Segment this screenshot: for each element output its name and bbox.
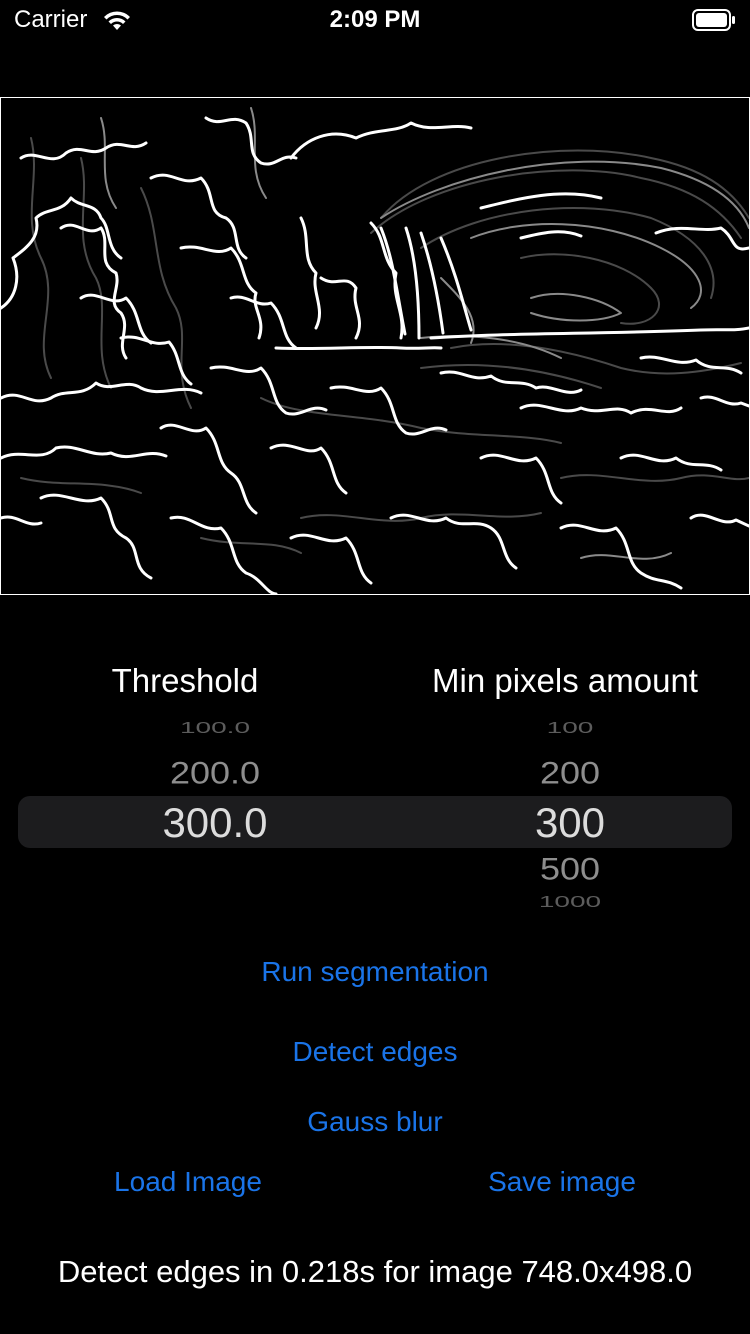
threshold-option[interactable]: 100.0 xyxy=(60,720,370,737)
threshold-selected-value[interactable]: 300.0 xyxy=(60,799,370,847)
min-pixels-option[interactable]: 1000 xyxy=(400,893,740,911)
run-segmentation-button[interactable]: Run segmentation xyxy=(0,956,750,988)
threshold-picker[interactable]: 100.0 200.0 300.0 xyxy=(60,720,370,920)
battery-icon xyxy=(692,9,735,31)
min-pixels-option[interactable]: 500 xyxy=(400,851,740,888)
gauss-blur-button[interactable]: Gauss blur xyxy=(0,1106,750,1138)
min-pixels-option[interactable]: 100 xyxy=(400,720,740,737)
min-pixels-selected-value[interactable]: 300 xyxy=(400,799,740,847)
load-image-button[interactable]: Load Image xyxy=(88,1166,288,1198)
min-pixels-option[interactable]: 200 xyxy=(400,755,740,792)
clock: 2:09 PM xyxy=(329,6,421,33)
result-status-text: Detect edges in 0.218s for image 748.0x4… xyxy=(57,1254,693,1289)
status-bar: Carrier 2:09 PM xyxy=(0,0,750,40)
edge-detection-image xyxy=(0,97,750,595)
min-pixels-picker-label: Min pixels amount xyxy=(432,662,698,699)
detect-edges-button[interactable]: Detect edges xyxy=(0,1036,750,1068)
save-image-button[interactable]: Save image xyxy=(462,1166,662,1198)
min-pixels-picker[interactable]: 100 200 300 500 1000 xyxy=(400,720,740,920)
threshold-option[interactable]: 200.0 xyxy=(60,755,370,792)
threshold-picker-label: Threshold xyxy=(111,662,259,699)
edge-map-graphic xyxy=(1,107,749,594)
